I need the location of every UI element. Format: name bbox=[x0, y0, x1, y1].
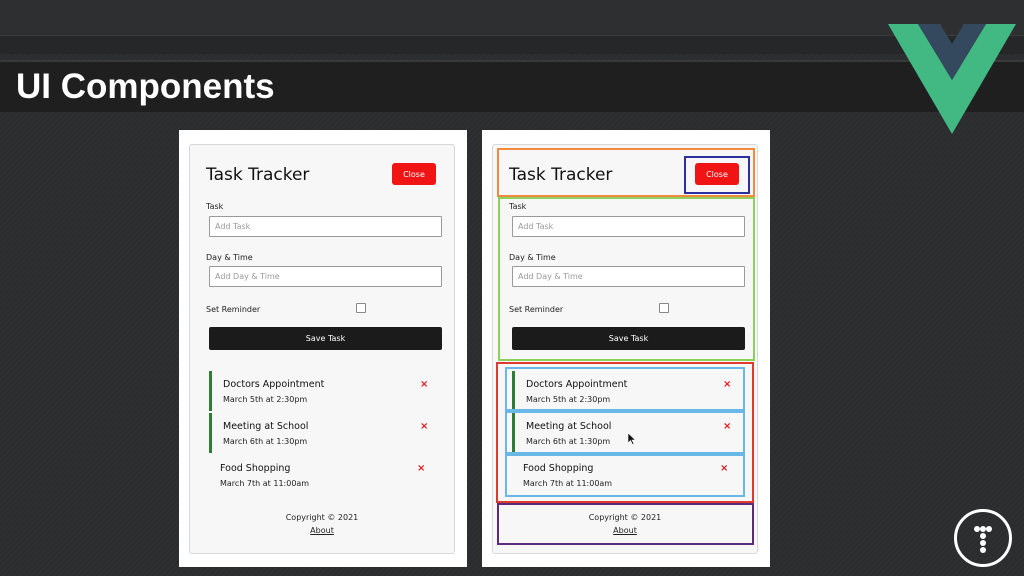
task-label: Task bbox=[509, 202, 527, 211]
task-day: March 7th at 11:00am bbox=[220, 479, 310, 488]
task-day: March 6th at 1:30pm bbox=[223, 437, 308, 446]
save-task-button[interactable]: Save Task bbox=[209, 327, 442, 350]
delete-icon[interactable]: × bbox=[723, 379, 731, 390]
app-title: Task Tracker bbox=[206, 165, 310, 185]
task-label: Task bbox=[206, 202, 224, 211]
delete-icon[interactable]: × bbox=[723, 421, 731, 432]
save-task-button[interactable]: Save Task bbox=[512, 327, 745, 350]
task-item[interactable]: Meeting at School March 6th at 1:30pm × bbox=[209, 413, 442, 453]
app-preview-left: Task Tracker Close Task Add Task Day & T… bbox=[179, 130, 467, 567]
reminder-label: Set Reminder bbox=[206, 305, 261, 314]
app-preview-right: Task Tracker Close Task Add Task Day & T… bbox=[482, 130, 770, 567]
task-day: March 7th at 11:00am bbox=[523, 479, 613, 488]
about-link[interactable]: About bbox=[493, 526, 757, 535]
copyright-text: Copyright © 2021 bbox=[285, 513, 359, 522]
task-item[interactable]: Doctors Appointment March 5th at 2:30pm … bbox=[512, 371, 745, 411]
reminder-checkbox[interactable] bbox=[356, 303, 366, 313]
app-container: Task Tracker Close Task Add Task Day & T… bbox=[492, 144, 758, 554]
task-title: Meeting at School bbox=[223, 421, 309, 432]
vue-logo-icon bbox=[888, 24, 1016, 134]
day-label: Day & Time bbox=[206, 253, 253, 262]
task-title: Meeting at School bbox=[526, 421, 612, 432]
delete-icon[interactable]: × bbox=[720, 463, 728, 474]
task-day: March 5th at 2:30pm bbox=[223, 395, 308, 404]
delete-icon[interactable]: × bbox=[420, 379, 428, 390]
day-input[interactable]: Add Day & Time bbox=[209, 266, 442, 287]
app-container: Task Tracker Close Task Add Task Day & T… bbox=[189, 144, 455, 554]
close-button[interactable]: Close bbox=[695, 163, 739, 185]
task-day: March 6th at 1:30pm bbox=[526, 437, 611, 446]
reminder-label: Set Reminder bbox=[509, 305, 564, 314]
top-strip bbox=[0, 0, 1024, 36]
delete-icon[interactable]: × bbox=[417, 463, 425, 474]
slide-title: UI Components bbox=[16, 67, 275, 106]
task-title: Food Shopping bbox=[220, 463, 291, 474]
task-input[interactable]: Add Task bbox=[512, 216, 745, 237]
band-line bbox=[0, 36, 1024, 54]
app-title: Task Tracker bbox=[509, 165, 613, 185]
mouse-cursor-icon bbox=[628, 433, 636, 445]
task-title: Doctors Appointment bbox=[223, 379, 325, 390]
about-link[interactable]: About bbox=[190, 526, 454, 535]
task-title: Doctors Appointment bbox=[526, 379, 628, 390]
task-day: March 5th at 2:30pm bbox=[526, 395, 611, 404]
delete-icon[interactable]: × bbox=[420, 421, 428, 432]
t-logo-icon bbox=[954, 509, 1012, 567]
day-input[interactable]: Add Day & Time bbox=[512, 266, 745, 287]
task-item[interactable]: Food Shopping March 7th at 11:00am × bbox=[209, 455, 442, 495]
day-label: Day & Time bbox=[509, 253, 556, 262]
close-button[interactable]: Close bbox=[392, 163, 436, 185]
task-input[interactable]: Add Task bbox=[209, 216, 442, 237]
task-item[interactable]: Food Shopping March 7th at 11:00am × bbox=[512, 455, 745, 495]
task-item[interactable]: Doctors Appointment March 5th at 2:30pm … bbox=[209, 371, 442, 411]
reminder-checkbox[interactable] bbox=[659, 303, 669, 313]
task-title: Food Shopping bbox=[523, 463, 594, 474]
copyright-text: Copyright © 2021 bbox=[588, 513, 662, 522]
